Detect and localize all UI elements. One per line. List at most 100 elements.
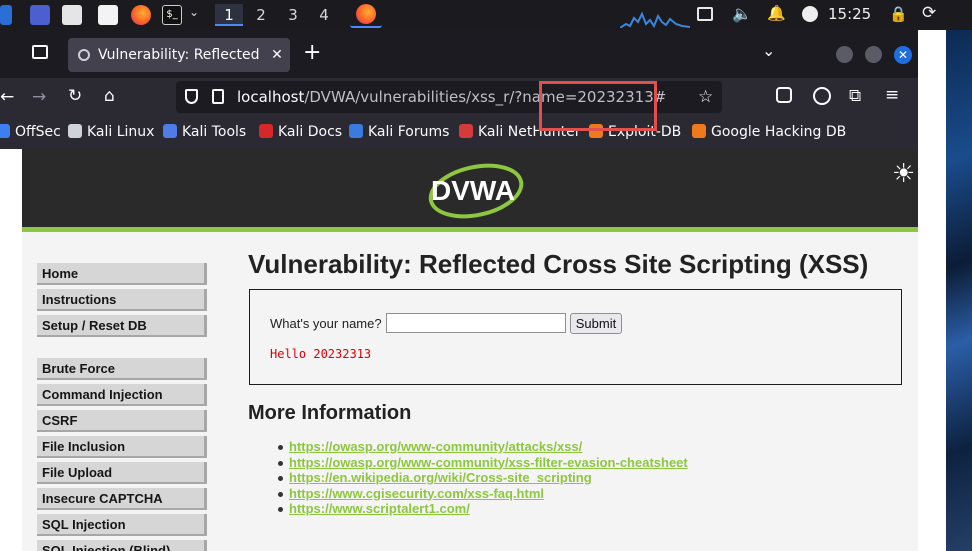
menu-command-injection[interactable]: Command Injection bbox=[37, 384, 207, 406]
desktop-taskbar: $_ ⌄ 1 2 3 4 🔈 🔔 15:25 🔒 ⟳ bbox=[0, 0, 972, 30]
menu-setup-reset-db[interactable]: Setup / Reset DB bbox=[37, 315, 207, 337]
bookmark-label: Kali Tools bbox=[182, 124, 247, 140]
workspace-1[interactable]: 1 bbox=[215, 4, 243, 26]
extensions-icon[interactable]: ⧉ bbox=[849, 86, 861, 106]
dvwa-logo[interactable]: DVWA bbox=[418, 163, 528, 219]
main-menu: Home Instructions Setup / Reset DB bbox=[37, 263, 207, 341]
workspace-3[interactable]: 3 bbox=[279, 4, 307, 26]
link-owasp-xss[interactable]: https://owasp.org/www-community/attacks/… bbox=[289, 439, 582, 454]
reflected-output: Hello 20232313 bbox=[270, 347, 372, 361]
list-item: https://www.cgisecurity.com/xss-faq.html bbox=[276, 486, 688, 502]
name-input[interactable] bbox=[386, 313, 566, 333]
volume-icon[interactable]: 🔈 bbox=[732, 4, 752, 23]
kali-dragon-icon bbox=[68, 124, 82, 138]
menu-file-inclusion[interactable]: File Inclusion bbox=[37, 436, 207, 458]
lock-icon[interactable]: 🔒 bbox=[889, 5, 908, 23]
pocket-icon[interactable] bbox=[776, 87, 792, 103]
kali-docs-icon bbox=[259, 124, 273, 138]
bookmark-kali-docs[interactable]: Kali Docs bbox=[259, 124, 342, 140]
menu-home[interactable]: Home bbox=[37, 263, 207, 285]
workspace-2[interactable]: 2 bbox=[247, 4, 275, 26]
page-info-icon[interactable] bbox=[212, 89, 224, 104]
bookmark-kali-tools[interactable]: Kali Tools bbox=[163, 124, 246, 140]
menu-sql-injection[interactable]: SQL Injection bbox=[37, 514, 207, 536]
bookmark-label: Kali Linux bbox=[87, 124, 155, 140]
bookmark-google-hacking-db[interactable]: Google Hacking DB bbox=[692, 124, 846, 140]
menu-sql-injection-blind[interactable]: SQL Injection (Blind) bbox=[37, 540, 207, 551]
list-item: https://owasp.org/www-community/attacks/… bbox=[276, 439, 688, 455]
bookmarks-toolbar: OffSec Kali Linux Kali Tools Kali Docs K… bbox=[0, 116, 918, 149]
ghdb-icon bbox=[692, 124, 706, 138]
minimize-button[interactable] bbox=[836, 46, 853, 63]
close-window-button[interactable]: ✕ bbox=[894, 46, 912, 64]
page-margin bbox=[0, 149, 22, 551]
maximize-button[interactable] bbox=[865, 46, 882, 63]
chevron-down-icon[interactable]: ⌄ bbox=[762, 41, 775, 60]
power-manager-icon[interactable] bbox=[802, 6, 818, 22]
background-window bbox=[918, 30, 946, 551]
shield-icon[interactable] bbox=[185, 89, 198, 104]
bookmark-label: Kali Forums bbox=[368, 124, 450, 140]
tab-close-icon[interactable]: ✕ bbox=[264, 38, 290, 72]
bookmark-offsec[interactable]: OffSec bbox=[0, 124, 61, 140]
workspace-icon[interactable] bbox=[30, 5, 50, 25]
menu-insecure-captcha[interactable]: Insecure CAPTCHA bbox=[37, 488, 207, 510]
bookmark-star-icon[interactable]: ☆ bbox=[698, 81, 713, 113]
menu-instructions[interactable]: Instructions bbox=[37, 289, 207, 311]
reload-icon[interactable]: ↻ bbox=[68, 86, 82, 106]
xss-form-box: What's your name? Submit Hello 20232313 bbox=[249, 289, 902, 385]
logout-icon[interactable]: ⟳ bbox=[922, 3, 936, 23]
back-icon[interactable]: ← bbox=[0, 87, 14, 107]
firefox-icon bbox=[356, 4, 376, 24]
nethunter-icon bbox=[459, 124, 473, 138]
more-info-links: https://owasp.org/www-community/attacks/… bbox=[276, 439, 688, 517]
bookmark-kali-linux[interactable]: Kali Linux bbox=[68, 124, 154, 140]
submit-button[interactable]: Submit bbox=[570, 313, 622, 334]
new-tab-icon[interactable]: + bbox=[303, 40, 321, 65]
chevron-down-icon[interactable]: ⌄ bbox=[189, 5, 199, 19]
bookmark-label: OffSec bbox=[15, 124, 61, 140]
clock[interactable]: 15:25 bbox=[828, 5, 871, 23]
offsec-icon bbox=[0, 124, 10, 138]
list-item: https://owasp.org/www-community/xss-filt… bbox=[276, 455, 688, 471]
menu-brute-force[interactable]: Brute Force bbox=[37, 358, 207, 380]
text-editor-icon[interactable] bbox=[98, 5, 118, 25]
kali-forums-icon bbox=[349, 124, 363, 138]
theme-toggle-icon[interactable]: ☀ bbox=[892, 159, 915, 189]
link-wikipedia-xss[interactable]: https://en.wikipedia.org/wiki/Cross-site… bbox=[289, 470, 592, 485]
kali-menu-icon[interactable] bbox=[0, 5, 12, 25]
link-scriptalert1[interactable]: https://www.scriptalert1.com/ bbox=[289, 501, 470, 516]
link-owasp-filter-evasion[interactable]: https://owasp.org/www-community/xss-filt… bbox=[289, 455, 688, 470]
file-manager-icon[interactable] bbox=[62, 5, 82, 25]
bookmark-kali-forums[interactable]: Kali Forums bbox=[349, 124, 449, 140]
vulnerability-menu: Brute Force Command Injection CSRF File … bbox=[37, 358, 207, 551]
terminal-icon[interactable]: $_ bbox=[162, 5, 182, 25]
firefox-window-button[interactable] bbox=[350, 2, 382, 28]
bookmark-label: Kali Docs bbox=[278, 124, 343, 140]
more-info-heading: More Information bbox=[248, 402, 412, 424]
active-tab[interactable]: Vulnerability: Reflected Cr ✕ bbox=[68, 38, 290, 72]
network-graph-icon bbox=[620, 11, 690, 28]
tab-list-icon[interactable] bbox=[32, 45, 48, 59]
list-item: https://www.scriptalert1.com/ bbox=[276, 501, 688, 517]
workspace-4[interactable]: 4 bbox=[310, 4, 338, 26]
page-content: DVWA ☀ Home Instructions Setup / Reset D… bbox=[0, 149, 918, 551]
link-cgisecurity-faq[interactable]: https://www.cgisecurity.com/xss-faq.html bbox=[289, 486, 544, 501]
bookmark-label: Google Hacking DB bbox=[711, 124, 847, 140]
firefox-icon[interactable] bbox=[131, 5, 151, 25]
kali-tools-icon bbox=[163, 124, 177, 138]
app-menu-icon[interactable]: ≡ bbox=[885, 85, 899, 105]
page-title: Vulnerability: Reflected Cross Site Scri… bbox=[248, 249, 869, 279]
tab-title: Vulnerability: Reflected Cr bbox=[98, 47, 280, 63]
home-icon[interactable]: ⌂ bbox=[104, 86, 115, 106]
forward-icon[interactable]: → bbox=[32, 87, 46, 107]
dvwa-header: DVWA ☀ bbox=[22, 149, 918, 232]
notification-bell-icon[interactable]: 🔔 bbox=[767, 4, 786, 22]
display-icon[interactable] bbox=[697, 7, 713, 21]
tab-favicon-icon bbox=[78, 49, 90, 61]
menu-csrf[interactable]: CSRF bbox=[37, 410, 207, 432]
logo-text: DVWA bbox=[431, 175, 515, 206]
url-highlight-annotation bbox=[539, 81, 657, 131]
menu-file-upload[interactable]: File Upload bbox=[37, 462, 207, 484]
account-icon[interactable] bbox=[813, 87, 831, 105]
